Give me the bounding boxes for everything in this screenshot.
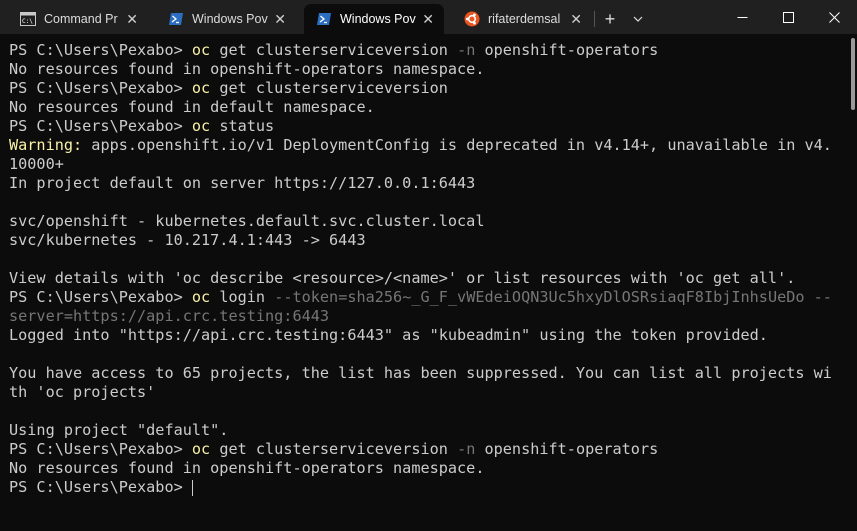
shell-prompt: PS C:\Users\Pexabo> [9, 41, 192, 59]
command-args: get clusterserviceversion [210, 79, 448, 97]
output-text: You have access to 65 projects, the list… [9, 364, 831, 382]
console-line: PS C:\Users\Pexabo> oc get clusterservic… [9, 440, 831, 459]
tab-label: Command Pr [44, 12, 118, 26]
output-text: No resources found in openshift-operator… [9, 60, 485, 78]
shell-prompt: PS C:\Users\Pexabo> [9, 478, 192, 496]
command-args: openshift-operators [475, 41, 659, 59]
output-text: Logged into "https://api.crc.testing:644… [9, 326, 768, 344]
shell-prompt: PS C:\Users\Pexabo> [9, 117, 192, 135]
console-line: svc/openshift - kubernetes.default.svc.c… [9, 212, 831, 231]
shell-prompt: PS C:\Users\Pexabo> [9, 79, 192, 97]
close-window-button[interactable] [811, 0, 857, 34]
console-line: No resources found in default namespace. [9, 98, 831, 117]
console-line: svc/kubernetes - 10.217.4.1:443 -> 6443 [9, 231, 831, 250]
scrollbar-thumb[interactable] [851, 38, 855, 110]
title-bar: C:\ Command Pr ✕ Windows Pov ✕ Windows P… [0, 0, 857, 34]
close-icon [828, 11, 840, 23]
console-line: No resources found in openshift-operator… [9, 459, 831, 478]
command-name: oc [191, 41, 211, 59]
command-args: status [210, 117, 275, 135]
warning-label: Warning: [9, 136, 83, 154]
cmd-icon: C:\ [20, 11, 36, 27]
tab-label: rifaterdemsal [488, 12, 561, 26]
tab-dropdown-button[interactable] [625, 4, 651, 34]
console-output: PS C:\Users\Pexabo> oc get clusterservic… [9, 41, 831, 497]
command-parameter: -n [457, 440, 476, 458]
tab-command-prompt[interactable]: C:\ Command Pr ✕ [8, 4, 148, 34]
command-name: oc [191, 117, 211, 135]
powershell-icon [316, 11, 332, 27]
powershell-icon [168, 11, 184, 27]
console-line: In project default on server https://127… [9, 174, 831, 193]
tab-label: Windows Pov [340, 12, 416, 26]
command-name: oc [191, 79, 211, 97]
command-args: openshift-operators [475, 440, 659, 458]
console-line: PS C:\Users\Pexabo> [9, 478, 831, 497]
tab-ubuntu[interactable]: rifaterdemsal ✕ [452, 4, 592, 34]
maximize-icon [782, 11, 794, 23]
output-text: View details with 'oc describe <resource… [9, 269, 796, 287]
scrollbar[interactable] [847, 34, 857, 531]
console-line: PS C:\Users\Pexabo> oc login --token=sha… [9, 288, 831, 307]
console-line: PS C:\Users\Pexabo> oc get clusterservic… [9, 41, 831, 60]
close-tab-icon[interactable]: ✕ [126, 12, 138, 26]
minimize-icon [737, 16, 747, 18]
command-name: oc [191, 288, 211, 306]
tab-windows-powershell[interactable]: Windows Pov ✕ [156, 4, 296, 34]
close-tab-icon[interactable]: ✕ [570, 12, 582, 26]
command-args: get clusterserviceversion [210, 41, 458, 59]
output-text: No resources found in default namespace. [9, 98, 375, 116]
output-text: No resources found in openshift-operator… [9, 459, 485, 477]
output-text: apps.openshift.io/v1 DeploymentConfig is… [82, 136, 831, 154]
tab-label: Windows Pov [192, 12, 268, 26]
console-line: View details with 'oc describe <resource… [9, 269, 831, 288]
console-line: You have access to 65 projects, the list… [9, 364, 831, 383]
console-line: PS C:\Users\Pexabo> oc status [9, 117, 831, 136]
command-parameter: -n [457, 41, 476, 59]
command-parameter: server=https://api.crc.testing:6443 [9, 307, 330, 325]
command-args: login [210, 288, 275, 306]
output-text: 10000+ [9, 155, 64, 173]
console-line: No resources found in openshift-operator… [9, 60, 831, 79]
output-text: th 'oc projects' [9, 383, 156, 401]
svg-text:C:\: C:\ [22, 18, 33, 25]
command-args: get clusterserviceversion [210, 440, 458, 458]
chevron-down-icon [633, 16, 643, 22]
output-text: Using project "default". [9, 421, 229, 439]
minimize-button[interactable] [719, 0, 765, 34]
output-text: svc/kubernetes - 10.217.4.1:443 -> 6443 [9, 231, 366, 249]
console-line: Warning: apps.openshift.io/v1 Deployment… [9, 136, 831, 155]
output-text: svc/openshift - kubernetes.default.svc.c… [9, 212, 485, 230]
text-cursor [191, 479, 193, 496]
new-tab-button[interactable]: + [595, 4, 625, 34]
window-controls [719, 0, 857, 34]
ubuntu-icon [464, 11, 480, 27]
console-line: PS C:\Users\Pexabo> oc get clusterservic… [9, 79, 831, 98]
console-line: th 'oc projects' [9, 383, 831, 402]
close-tab-icon[interactable]: ✕ [422, 12, 434, 26]
console-line: server=https://api.crc.testing:6443 [9, 307, 831, 326]
shell-prompt: PS C:\Users\Pexabo> [9, 440, 192, 458]
close-tab-icon[interactable]: ✕ [274, 12, 286, 26]
console-line: 10000+ [9, 155, 831, 174]
console-line: Using project "default". [9, 421, 831, 440]
tab-windows-powershell-active[interactable]: Windows Pov ✕ [304, 4, 444, 34]
terminal-pane[interactable]: PS C:\Users\Pexabo> oc get clusterservic… [0, 34, 857, 531]
output-text: In project default on server https://127… [9, 174, 476, 192]
shell-prompt: PS C:\Users\Pexabo> [9, 288, 192, 306]
command-name: oc [191, 440, 211, 458]
command-parameter: --token=sha256~_G_F_vWEdeiOQN3Uc5hxyDlOS… [274, 288, 831, 306]
console-line: Logged into "https://api.crc.testing:644… [9, 326, 831, 345]
maximize-button[interactable] [765, 0, 811, 34]
